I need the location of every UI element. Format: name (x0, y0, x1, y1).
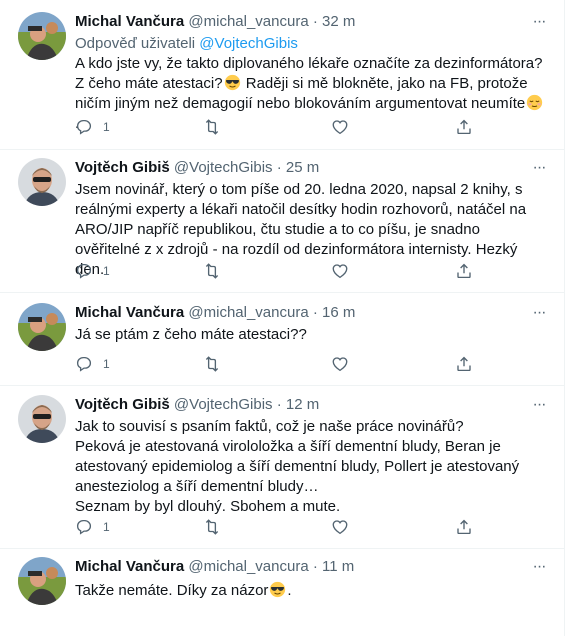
timestamp[interactable]: 32 m (322, 13, 355, 30)
share-icon (457, 356, 471, 372)
like-button[interactable] (331, 117, 349, 137)
retweet-button[interactable] (203, 517, 221, 537)
user-handle[interactable]: @michal_vancura (188, 13, 308, 30)
retweet-icon (205, 519, 219, 535)
reply-button[interactable]: 1 (75, 261, 110, 281)
sunglasses-emoji (224, 74, 240, 91)
timestamp[interactable]: 12 m (286, 396, 319, 413)
display-name[interactable]: Michal Vančura (75, 558, 184, 575)
heart-icon (332, 357, 348, 372)
reply-button[interactable]: 1 (75, 354, 110, 374)
tweet-text-part: Takže nemáte. Díky za názor (75, 582, 269, 599)
user-handle[interactable]: @VojtechGibis (174, 159, 273, 176)
avatar-vojtech[interactable] (18, 395, 66, 443)
tweet[interactable]: ··· Michal Vančura @michal_vancura · 11 … (0, 549, 565, 636)
tweet-actions: 1 (75, 517, 475, 537)
timestamp[interactable]: 16 m (322, 304, 355, 321)
retweet-button[interactable] (203, 117, 221, 137)
share-button[interactable] (455, 117, 473, 137)
reply-count: 1 (103, 120, 110, 134)
avatar-michal[interactable] (18, 557, 66, 605)
avatar-michal[interactable] (18, 12, 66, 60)
share-icon (457, 119, 471, 135)
tweet-text: Takže nemáte. Díky za názor. (75, 581, 547, 601)
tweet-actions: 1 (75, 261, 475, 281)
sunglasses-emoji (270, 581, 286, 598)
tweet[interactable]: ··· Vojtěch Gibiš @VojtechGibis · 25 m J… (0, 150, 565, 293)
reply-icon (76, 519, 92, 535)
tweet-header: Vojtěch Gibiš @VojtechGibis · 12 m (75, 395, 547, 415)
heart-icon (332, 120, 348, 135)
tweet[interactable]: ··· Michal Vančura @michal_vancura · 16 … (0, 293, 565, 386)
tweet-actions: 1 (75, 354, 475, 374)
retweet-icon (205, 263, 219, 279)
tweet-text: Jak to souvisí s psaním faktů, což je na… (75, 418, 520, 515)
reply-count: 1 (103, 357, 110, 371)
tweet-text-part: . (287, 582, 292, 599)
like-button[interactable] (331, 517, 349, 537)
relieved-emoji (527, 94, 543, 111)
reply-count: 1 (103, 520, 110, 534)
separator-dot: · (312, 304, 318, 321)
tweet-actions: 1 (75, 117, 475, 137)
share-button[interactable] (455, 517, 473, 537)
tweet-header: Michal Vančura @michal_vancura · 11 m (75, 557, 547, 577)
share-icon (457, 519, 471, 535)
user-handle[interactable]: @michal_vancura (188, 558, 308, 575)
mention-link[interactable]: @VojtechGibis (199, 35, 298, 52)
timestamp[interactable]: 11 m (322, 558, 354, 575)
retweet-icon (205, 119, 219, 135)
user-handle[interactable]: @VojtechGibis (174, 396, 273, 413)
retweet-button[interactable] (203, 354, 221, 374)
conversation-thread: · · · Michal Vančura @michal_vancura · 32 … (0, 0, 565, 636)
separator-dot: · (276, 159, 282, 176)
share-button[interactable] (455, 261, 473, 281)
user-handle[interactable]: @michal_vancura (188, 304, 308, 321)
avatar-vojtech[interactable] (18, 158, 66, 206)
separator-dot: · (312, 13, 318, 30)
tweet[interactable]: ··· Michal Vančura @michal_vancura · 32 … (0, 0, 565, 150)
retweet-button[interactable] (203, 261, 221, 281)
tweet-text: Já se ptám z čeho máte atestaci?? (75, 326, 307, 343)
like-button[interactable] (331, 354, 349, 374)
heart-icon (332, 520, 348, 535)
heart-icon (332, 264, 348, 279)
timestamp[interactable]: 25 m (286, 159, 319, 176)
separator-dot: · (276, 396, 282, 413)
reply-button[interactable]: 1 (75, 517, 110, 537)
tweet-header: Michal Vančura @michal_vancura · 32 m (75, 12, 547, 32)
tweet-header: Vojtěch Gibiš @VojtechGibis · 25 m (75, 158, 547, 178)
replying-to: Odpověď uživateli @VojtechGibis (75, 34, 547, 54)
tweet-header: Michal Vančura @michal_vancura · 16 m (75, 303, 547, 323)
display-name[interactable]: Michal Vančura (75, 13, 184, 30)
share-icon (457, 263, 471, 279)
tweet[interactable]: ··· Vojtěch Gibiš @VojtechGibis · 12 m J… (0, 386, 565, 549)
reply-prefix: Odpověď uživateli (75, 35, 200, 52)
display-name[interactable]: Vojtěch Gibiš (75, 396, 170, 413)
display-name[interactable]: Michal Vančura (75, 304, 184, 321)
separator-dot: · (312, 558, 318, 575)
reply-button[interactable]: 1 (75, 117, 110, 137)
avatar-michal[interactable] (18, 303, 66, 351)
reply-icon (76, 356, 92, 372)
like-button[interactable] (331, 261, 349, 281)
share-button[interactable] (455, 354, 473, 374)
reply-count: 1 (103, 264, 110, 278)
display-name[interactable]: Vojtěch Gibiš (75, 159, 170, 176)
retweet-icon (205, 356, 219, 372)
reply-icon (76, 263, 92, 279)
reply-icon (76, 119, 92, 135)
